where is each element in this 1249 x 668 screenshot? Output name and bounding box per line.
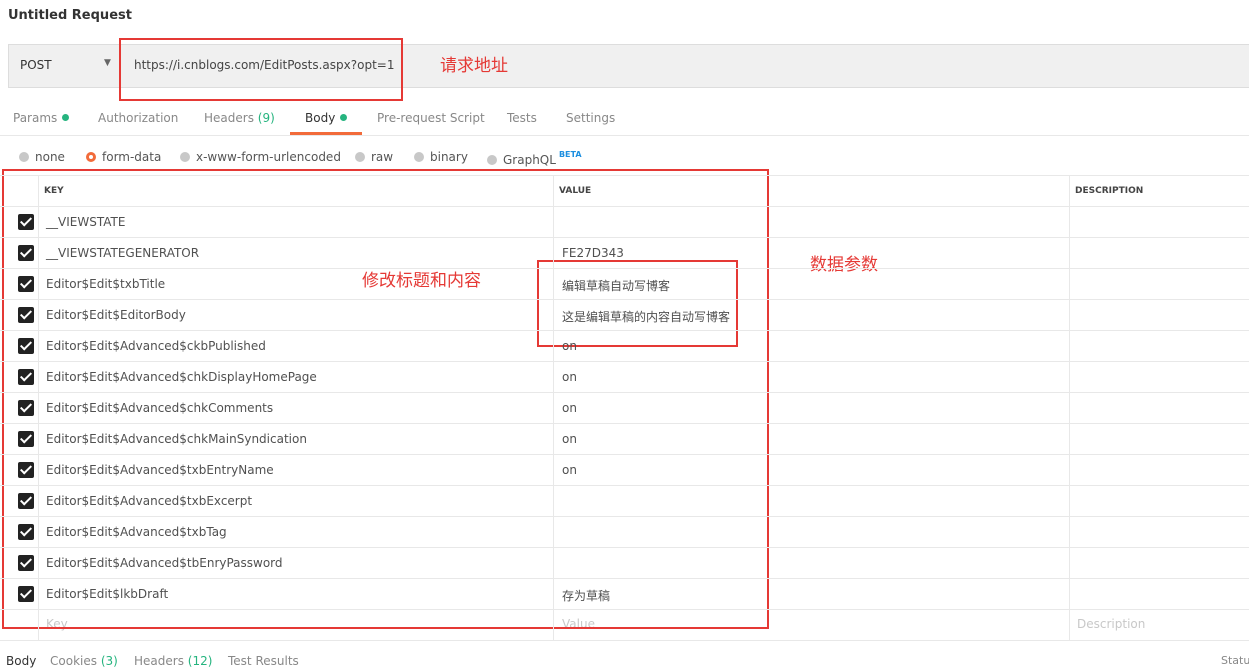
table-column-divider <box>553 175 554 640</box>
method-label: POST <box>20 58 52 72</box>
param-key[interactable]: Editor$Edit$Advanced$txbExcerpt <box>46 494 252 508</box>
table-row-divider <box>0 640 1249 641</box>
new-description-input[interactable]: Description <box>1077 617 1145 631</box>
response-tab-test-results[interactable]: Test Results <box>228 654 299 668</box>
radio-icon <box>19 152 29 162</box>
param-key[interactable]: Editor$Edit$lkbDraft <box>46 587 168 601</box>
annotation-params: 数据参数 <box>810 255 878 275</box>
tab-tests[interactable]: Tests <box>507 111 537 125</box>
status-dot-icon <box>62 114 70 121</box>
row-enabled-checkbox[interactable] <box>18 276 34 292</box>
table-column-divider <box>1069 175 1070 640</box>
body-mode-form-data[interactable]: form-data <box>86 150 161 164</box>
table-row-divider <box>0 237 1249 238</box>
request-title[interactable]: Untitled Request <box>8 8 132 23</box>
response-tab-body[interactable]: Body <box>6 654 36 668</box>
tab-authorization[interactable]: Authorization <box>98 111 178 125</box>
param-value[interactable]: on <box>562 432 577 446</box>
tab-settings[interactable]: Settings <box>566 111 615 125</box>
annotation-title-content: 修改标题和内容 <box>362 271 481 291</box>
table-row-divider <box>0 361 1249 362</box>
tab-headers-count: (9) <box>257 111 275 125</box>
chevron-down-icon: ▼ <box>104 58 111 68</box>
param-value[interactable]: on <box>562 339 577 353</box>
table-row-divider <box>0 175 1249 176</box>
tab-headers[interactable]: Headers (9) <box>204 111 275 125</box>
table-row-divider <box>0 392 1249 393</box>
column-header-description: DESCRIPTION <box>1075 186 1144 196</box>
body-mode-raw[interactable]: raw <box>355 150 393 164</box>
table-row-divider <box>0 299 1249 300</box>
row-enabled-checkbox[interactable] <box>18 555 34 571</box>
param-key[interactable]: Editor$Edit$Advanced$txbTag <box>46 525 227 539</box>
tab-params[interactable]: Params <box>13 111 70 125</box>
table-row-divider <box>0 268 1249 269</box>
method-select[interactable]: POST ▼ <box>8 44 120 88</box>
beta-badge: BETA <box>558 150 582 159</box>
radio-icon <box>355 152 365 162</box>
row-enabled-checkbox[interactable] <box>18 431 34 447</box>
body-mode-none[interactable]: none <box>19 150 65 164</box>
table-row-divider <box>0 206 1249 207</box>
table-column-divider <box>38 175 39 640</box>
row-enabled-checkbox[interactable] <box>18 493 34 509</box>
param-value[interactable]: 这是编辑草稿的内容自动写博客 <box>562 308 730 325</box>
radio-icon <box>414 152 424 162</box>
table-row-divider <box>0 454 1249 455</box>
row-enabled-checkbox[interactable] <box>18 400 34 416</box>
row-enabled-checkbox[interactable] <box>18 462 34 478</box>
body-mode-urlencoded[interactable]: x-www-form-urlencoded <box>180 150 341 164</box>
param-key[interactable]: __VIEWSTATEGENERATOR <box>46 246 199 260</box>
param-value[interactable]: on <box>562 401 577 415</box>
param-value[interactable]: on <box>562 370 577 384</box>
body-mode-graphql[interactable]: GraphQL BETA <box>487 150 582 167</box>
response-tab-headers[interactable]: Headers (12) <box>134 654 212 668</box>
row-enabled-checkbox[interactable] <box>18 245 34 261</box>
table-row-divider <box>0 423 1249 424</box>
radio-icon <box>180 152 190 162</box>
table-row-divider <box>0 547 1249 548</box>
annotation-url: 请求地址 <box>440 56 508 76</box>
row-enabled-checkbox[interactable] <box>18 524 34 540</box>
param-value[interactable]: FE27D343 <box>562 246 624 260</box>
param-key[interactable]: Editor$Edit$Advanced$chkComments <box>46 401 273 415</box>
param-value[interactable]: 存为草稿 <box>562 587 610 604</box>
param-value[interactable]: on <box>562 463 577 477</box>
param-key[interactable]: Editor$Edit$EditorBody <box>46 308 186 322</box>
table-row-divider <box>0 485 1249 486</box>
table-row-divider <box>0 578 1249 579</box>
row-enabled-checkbox[interactable] <box>18 307 34 323</box>
row-enabled-checkbox[interactable] <box>18 214 34 230</box>
table-row-divider <box>0 609 1249 610</box>
param-value[interactable]: 编辑草稿自动写博客 <box>562 277 670 294</box>
tabs-divider <box>0 135 1249 136</box>
param-key[interactable]: Editor$Edit$Advanced$tbEnryPassword <box>46 556 283 570</box>
param-key[interactable]: Editor$Edit$Advanced$chkDisplayHomePage <box>46 370 317 384</box>
param-key[interactable]: Editor$Edit$txbTitle <box>46 277 165 291</box>
param-key[interactable]: Editor$Edit$Advanced$txbEntryName <box>46 463 274 477</box>
status-label: Status <box>1221 654 1249 667</box>
tab-pre-request-script[interactable]: Pre-request Script <box>377 111 485 125</box>
radio-icon <box>487 155 497 165</box>
param-key[interactable]: Editor$Edit$Advanced$chkMainSyndication <box>46 432 307 446</box>
radio-selected-icon <box>86 152 96 162</box>
status-dot-icon <box>340 114 348 121</box>
row-enabled-checkbox[interactable] <box>18 338 34 354</box>
annotation-box-url <box>119 38 403 101</box>
row-enabled-checkbox[interactable] <box>18 369 34 385</box>
row-enabled-checkbox[interactable] <box>18 586 34 602</box>
response-tab-cookies[interactable]: Cookies (3) <box>50 654 118 668</box>
annotation-box-title-content <box>537 260 738 347</box>
table-row-divider <box>0 330 1249 331</box>
param-key[interactable]: __VIEWSTATE <box>46 215 125 229</box>
table-row-divider <box>0 516 1249 517</box>
param-key[interactable]: Editor$Edit$Advanced$ckbPublished <box>46 339 266 353</box>
body-mode-binary[interactable]: binary <box>414 150 468 164</box>
tab-body[interactable]: Body <box>305 111 348 125</box>
